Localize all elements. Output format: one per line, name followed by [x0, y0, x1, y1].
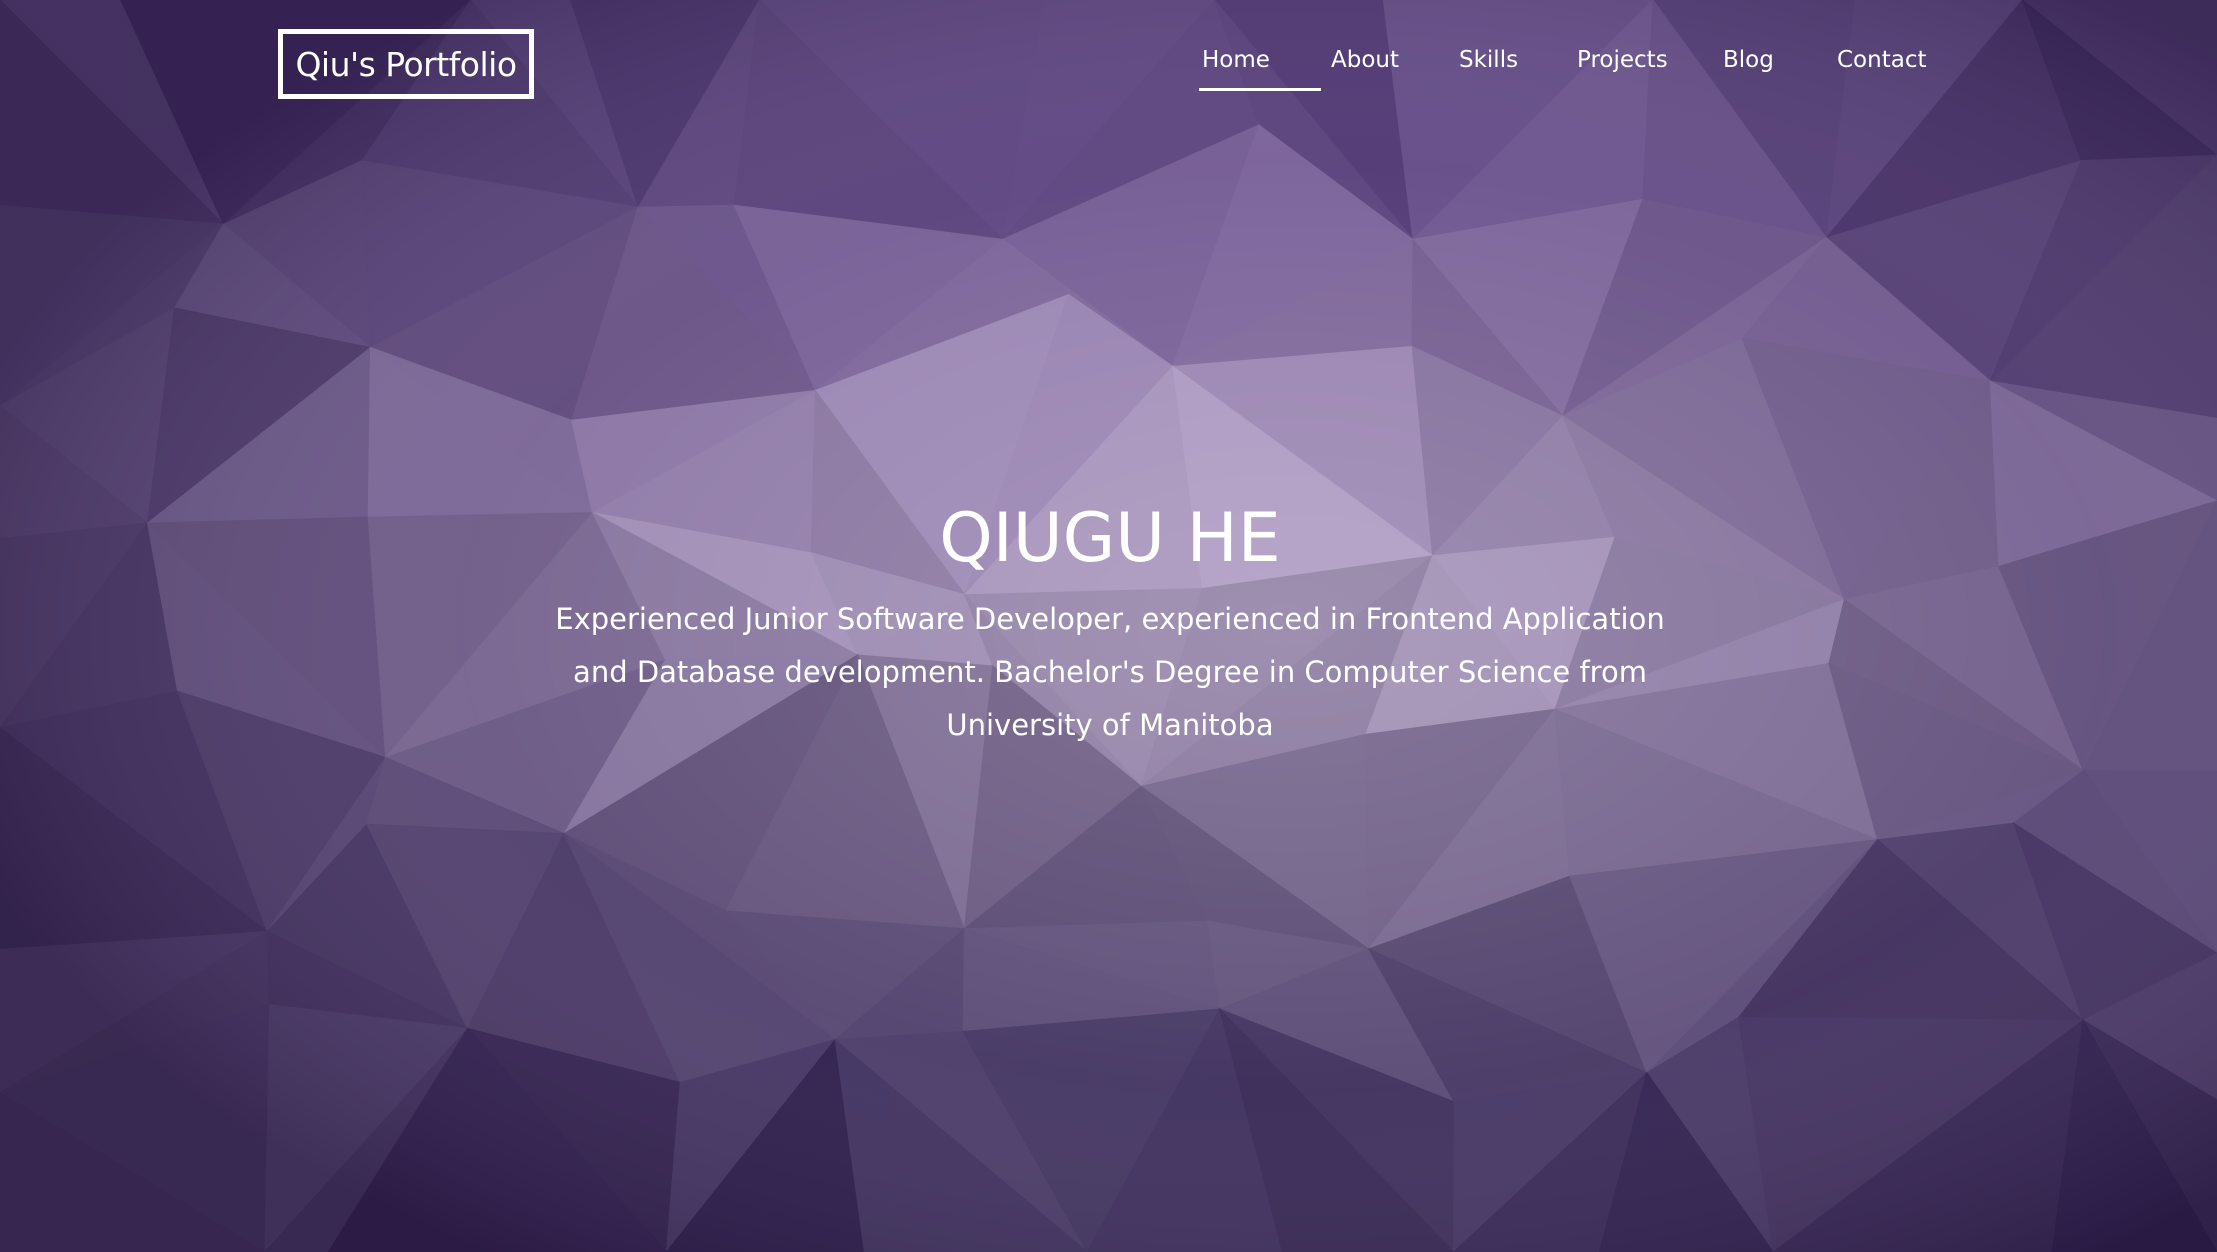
active-underline [1199, 88, 1321, 91]
nav-item-skills[interactable]: Skills [1459, 44, 1518, 94]
hero-description: Experienced Junior Software Developer, e… [555, 602, 1665, 742]
nav-item-label: Projects [1577, 47, 1668, 73]
site-logo[interactable]: Qiu's Portfolio [278, 29, 534, 99]
nav-item-about[interactable]: About [1331, 44, 1399, 94]
nav-item-label: About [1331, 47, 1400, 73]
nav-item-label: Contact [1837, 47, 1927, 73]
nav-item-home[interactable]: Home [1199, 44, 1321, 94]
site-logo-text: Qiu's Portfolio [295, 44, 517, 84]
hero-title: QIUGU HE [939, 499, 1281, 578]
main-nav: Home About Skills Projects Blog Contact [1180, 44, 1940, 94]
nav-item-blog[interactable]: Blog [1723, 44, 1774, 94]
nav-item-label: Home [1202, 47, 1270, 73]
nav-item-contact[interactable]: Contact [1837, 44, 1926, 94]
nav-item-projects[interactable]: Projects [1577, 44, 1668, 94]
nav-item-label: Blog [1723, 47, 1774, 73]
nav-item-label: Skills [1459, 47, 1519, 73]
hero-section: QIUGU HE Experienced Junior Software Dev… [540, 495, 1680, 752]
